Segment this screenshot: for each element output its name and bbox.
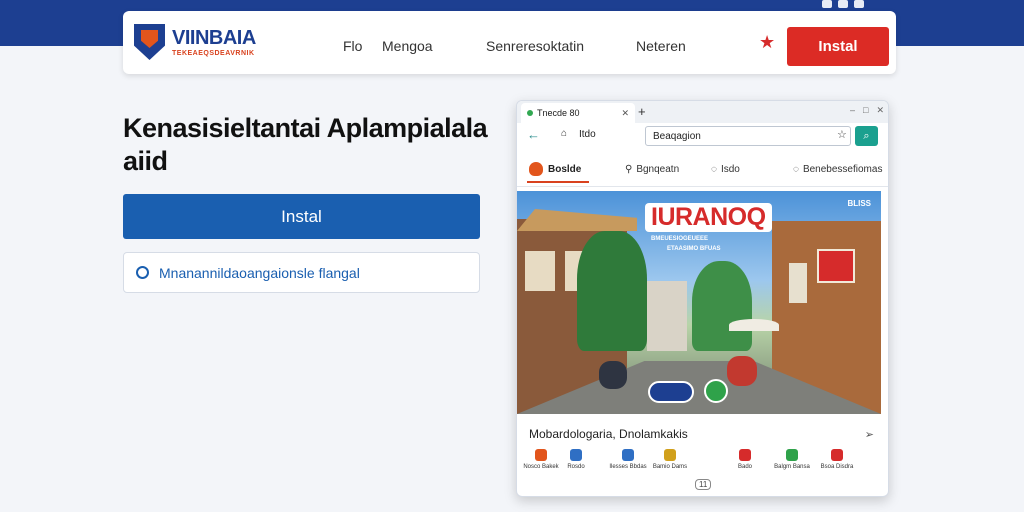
site-nav: Boslde ⚲ Bgnqeatn ◌ Isdo ◌ Benebessefiom… (517, 153, 888, 187)
category-icon (739, 449, 751, 461)
category-item[interactable]: Ilesses Bbdas (608, 449, 648, 471)
window-controls: – □ ✕ (850, 105, 884, 116)
chat-icon: ◌ (711, 164, 717, 175)
new-tab-icon[interactable]: + (638, 104, 646, 119)
check-circle-icon (136, 266, 149, 279)
banner-title: IURANOQ (645, 203, 772, 232)
category-label: Bsoa Disdra (820, 464, 854, 470)
minimize-icon[interactable]: – (850, 105, 855, 116)
category-icon (664, 449, 676, 461)
tray-icon (854, 0, 864, 8)
category-icon (786, 449, 798, 461)
category-item[interactable]: Bsoa Disdra (817, 449, 857, 471)
header-install-button[interactable]: Instal (787, 27, 889, 66)
nav-link-neteren[interactable]: Neteren (636, 38, 686, 54)
scooter (727, 356, 757, 386)
tree (577, 231, 647, 351)
category-label: Bamio Dams (652, 464, 688, 470)
banner-subtitle: ETAASIMO BFUAS (667, 246, 721, 252)
chat-bubble-icon: ◌ (793, 164, 799, 175)
umbrella (729, 319, 779, 331)
close-icon[interactable]: ✕ (621, 108, 629, 119)
window (525, 251, 555, 291)
maximize-icon[interactable]: □ (863, 105, 868, 116)
nav-link-mengoa[interactable]: Mengoa (382, 38, 433, 54)
site-link-label: Bgnqeatn (636, 164, 680, 175)
tray-icon (838, 0, 848, 8)
image-caption: Mobardologaria, Dnolamkakis (529, 427, 688, 441)
logo-title[interactable]: VIINBAIA (172, 27, 256, 50)
browser-preview-window: Tnecde 80 ✕ + – □ ✕ ← ⌂ Itdo Beaqagion ☆… (516, 100, 889, 497)
category-item[interactable]: Bamio Dams (650, 449, 690, 471)
category-label: Rosdo (567, 464, 585, 470)
category-icon (622, 449, 634, 461)
tab-title: Tnecde 80 (537, 108, 580, 118)
address-input[interactable]: Beaqagion (645, 126, 851, 146)
browser-tab[interactable]: Tnecde 80 ✕ (521, 103, 635, 123)
banner-subtitle: BMEUESIOGEUEEE (651, 236, 709, 242)
share-icon[interactable]: ➢ (865, 428, 874, 441)
hero-street-image[interactable]: IURANOQ BMEUESIOGEUEEE ETAASIMO BFUAS BL… (517, 191, 881, 414)
category-item[interactable]: Bado (725, 449, 765, 471)
star-icon[interactable]: ★ (759, 33, 775, 51)
favicon-icon (527, 110, 533, 116)
tray-icon (822, 0, 832, 8)
category-icon (831, 449, 843, 461)
site-link-search[interactable]: ⚲ Bgnqeatn (625, 164, 679, 175)
category-label: Ilesses Bbdas (609, 464, 647, 470)
nav-link-flo[interactable]: Flo (343, 38, 362, 54)
home-icon[interactable]: ⌂ (561, 128, 567, 139)
info-notice-text: Mnanannildaoangaionsle flangal (159, 264, 360, 281)
category-icon (570, 449, 582, 461)
hero-install-button[interactable]: Instal (123, 194, 480, 239)
carousel-pill[interactable] (648, 381, 694, 403)
shield-logo-icon[interactable] (134, 24, 165, 60)
search-icon[interactable]: ⌕ (855, 126, 878, 146)
category-label: Bado (737, 464, 752, 470)
search-icon: ⚲ (625, 164, 633, 175)
address-bar-row: ← ⌂ Itdo Beaqagion ☆ ⌕ (517, 123, 888, 149)
site-link-chat[interactable]: ◌ Isdo (711, 164, 740, 175)
category-label: Nosco Bakek (523, 464, 559, 470)
category-item[interactable]: Balgm Bansa (772, 449, 812, 471)
window-close-icon[interactable]: ✕ (876, 105, 884, 116)
category-item[interactable]: Nosco Bakek (521, 449, 561, 471)
address-domain: Itdo (579, 129, 596, 140)
active-tab-underline (527, 181, 589, 183)
site-header: VIINBAIA TEKEAEQSDEAVRNIK Flo Mengoa Sen… (123, 11, 896, 74)
shop-sign (789, 263, 807, 303)
site-link-label: Benebessefiomas (802, 164, 883, 175)
system-tray (822, 0, 864, 8)
scooter (599, 361, 627, 389)
tree (692, 261, 752, 351)
site-link-messages[interactable]: ◌ Benebessefiomas (793, 164, 882, 175)
shop-sign (817, 249, 855, 283)
category-item[interactable]: Rosdo (556, 449, 596, 471)
nav-link-services[interactable]: Senreresoktatin (486, 38, 584, 54)
info-notice[interactable]: Mnanannildaoangaionsle flangal (123, 252, 480, 293)
site-link-label: Isdo (720, 164, 740, 175)
roof-left (517, 209, 637, 231)
back-arrow-icon[interactable]: ← (527, 127, 540, 142)
page-indicator[interactable]: 11 (695, 479, 712, 490)
hero-title: Kenasisieltantai Aplampialala aiid (123, 113, 488, 176)
site-brand[interactable]: Boslde (548, 164, 581, 175)
tab-strip: Tnecde 80 ✕ + – □ ✕ (517, 101, 888, 123)
category-icon (535, 449, 547, 461)
logo-subtitle: TEKEAEQSDEAVRNIK (172, 50, 255, 57)
corner-tag: BLISS (847, 199, 871, 208)
site-logo-icon[interactable] (529, 162, 543, 176)
building-mid (647, 281, 687, 351)
category-label: Balgm Bansa (774, 464, 810, 470)
bookmark-star-icon[interactable]: ☆ (837, 128, 847, 141)
carousel-dot[interactable] (704, 379, 728, 403)
